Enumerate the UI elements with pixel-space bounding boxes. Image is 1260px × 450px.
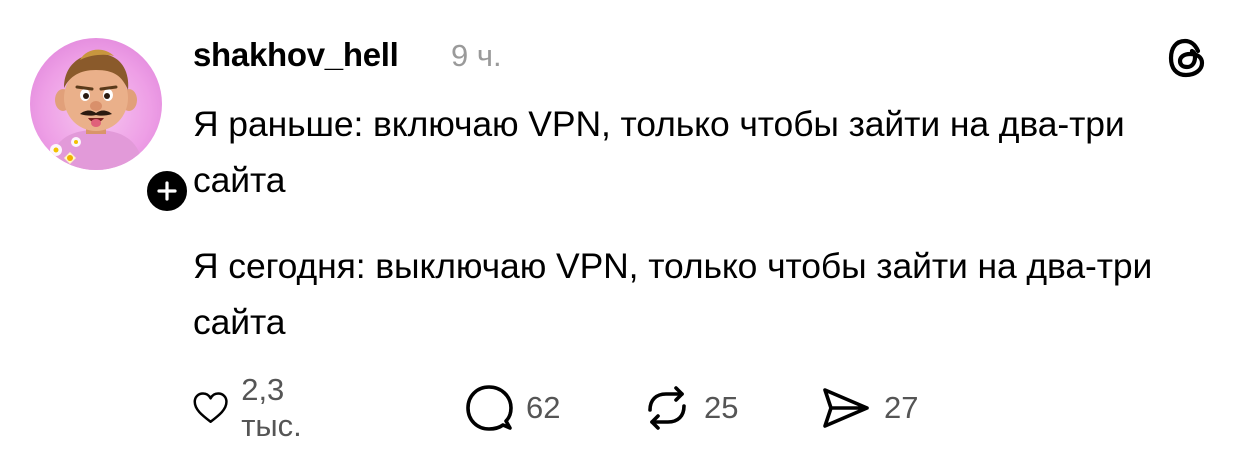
share-count: 27 xyxy=(884,390,919,425)
reply-count: 62 xyxy=(526,390,561,425)
like-button[interactable]: 2,3 тыс. xyxy=(192,372,319,443)
username[interactable]: shakhov_hell xyxy=(193,36,399,74)
avatar-container[interactable] xyxy=(30,38,192,216)
heart-icon xyxy=(193,392,228,424)
repost-count: 25 xyxy=(704,390,739,425)
repost-icon xyxy=(648,386,686,430)
like-count: 2,3 тыс. xyxy=(241,372,302,443)
post-text-paragraph-1: Я раньше: включаю VPN, только чтобы зайт… xyxy=(193,104,1125,200)
send-icon xyxy=(823,388,869,428)
comment-bubble-icon xyxy=(466,385,513,431)
plus-icon xyxy=(157,181,177,201)
avatar-illustration xyxy=(48,49,144,170)
follow-button[interactable] xyxy=(142,166,192,216)
avatar[interactable] xyxy=(30,38,162,170)
reply-button[interactable]: 62 xyxy=(464,383,560,433)
share-button[interactable]: 27 xyxy=(820,383,918,433)
threads-logo-icon[interactable] xyxy=(1164,35,1210,81)
post-timestamp[interactable]: 9 ч. xyxy=(451,38,502,74)
repost-button[interactable]: 25 xyxy=(642,383,738,433)
post-text-paragraph-2: Я сегодня: выключаю VPN, только чтобы за… xyxy=(193,246,1153,342)
threads-post: shakhov_hell 9 ч. Я раньше: включаю VPN,… xyxy=(0,0,1260,450)
